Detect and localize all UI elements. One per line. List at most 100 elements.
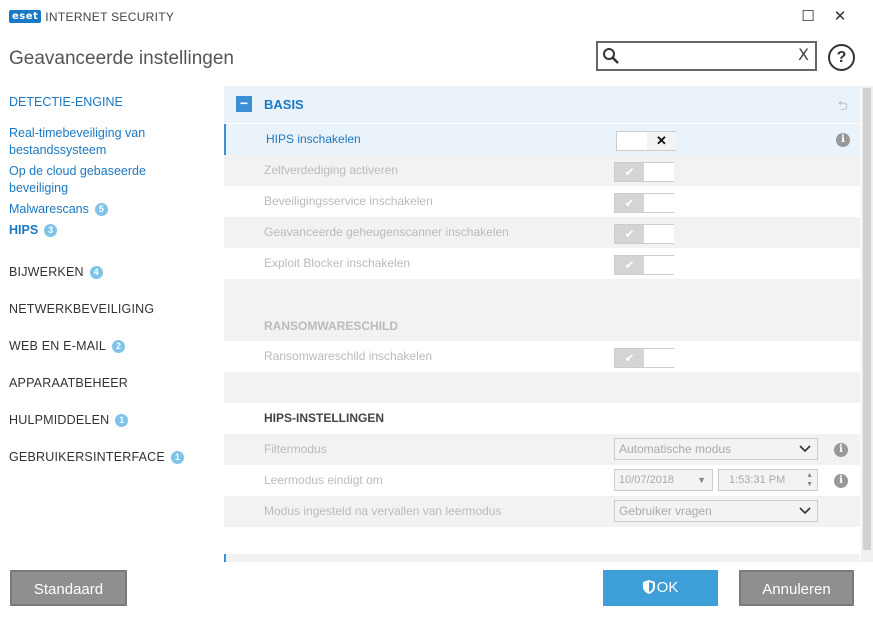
hips-toggle[interactable]: ✕ bbox=[616, 131, 676, 151]
hips-settings-title: HIPS-INSTELLINGEN bbox=[264, 411, 385, 425]
maximize-icon[interactable]: ☐ bbox=[798, 6, 818, 26]
ransomware-header-row: RANSOMWARESCHILD bbox=[224, 310, 860, 341]
check-icon: ✔ bbox=[615, 225, 644, 243]
filtermodus-select[interactable]: Automatische modus bbox=[614, 438, 818, 460]
setting-row-geheugenscanner: Geavanceerde geheugenscanner inschakelen… bbox=[224, 217, 860, 248]
shield-icon bbox=[642, 572, 655, 608]
spacer-row bbox=[224, 372, 860, 403]
help-icon[interactable]: ? bbox=[828, 44, 855, 71]
leermodus-date-picker[interactable]: 10/07/2018 ▼ bbox=[614, 469, 713, 491]
count-badge: 4 bbox=[89, 266, 103, 279]
select-value: Gebruiker vragen bbox=[619, 504, 712, 518]
search-icon bbox=[603, 48, 619, 64]
toggle-off-half bbox=[645, 256, 674, 274]
setting-label: Leermodus eindigt om bbox=[264, 473, 383, 487]
sidebar-item-label: HIPS bbox=[9, 223, 39, 237]
setting-row-modus-na-leermodus: Modus ingesteld na vervallen van leermod… bbox=[224, 496, 860, 527]
count-badge: 1 bbox=[115, 414, 129, 427]
sidebar-item-netwerkbeveiliging[interactable]: NETWERKBEVEILIGING bbox=[9, 301, 154, 318]
chevron-down-icon bbox=[799, 439, 811, 466]
button-label: OK bbox=[656, 579, 679, 596]
setting-row-zelfverdediging: Zelfverdediging activeren ✔ bbox=[224, 155, 860, 186]
sidebar-item-label: Op de cloud gebaseerde beveiliging bbox=[9, 164, 146, 195]
check-icon: ✔ bbox=[615, 194, 644, 212]
toggle-off-half bbox=[645, 194, 674, 212]
button-label: Standaard bbox=[33, 581, 104, 598]
eset-logo-badge: eset bbox=[9, 10, 42, 23]
sidebar-item-hips[interactable]: HIPS 3 bbox=[9, 222, 58, 239]
sidebar-item-label: WEB EN E-MAIL bbox=[9, 339, 107, 353]
sidebar-item-label: Real-timebeveiliging van bestandssysteem bbox=[9, 126, 146, 157]
annuleren-button[interactable]: Annuleren bbox=[739, 570, 854, 606]
info-icon[interactable]: i bbox=[834, 474, 848, 488]
sidebar-item-web-en-email[interactable]: WEB EN E-MAIL 2 bbox=[9, 338, 126, 355]
setting-label: HIPS inschakelen bbox=[266, 132, 361, 146]
modus-na-leermodus-select[interactable]: Gebruiker vragen bbox=[614, 500, 818, 522]
next-section-strip bbox=[224, 554, 860, 562]
setting-row-filtermodus: Filtermodus Automatische modus i bbox=[224, 434, 860, 465]
spinner-icon[interactable]: ▲ ▼ bbox=[806, 471, 813, 489]
check-icon: ✔ bbox=[615, 256, 644, 274]
beveiligingsservice-toggle: ✔ bbox=[614, 193, 674, 213]
standaard-button[interactable]: Standaard bbox=[10, 570, 127, 606]
scrollbar-thumb[interactable] bbox=[863, 88, 871, 550]
sidebar-item-label: APPARAATBEHEER bbox=[9, 376, 129, 390]
info-icon[interactable]: i bbox=[836, 133, 850, 147]
select-value: Automatische modus bbox=[619, 442, 732, 456]
ransomwareschild-toggle: ✔ bbox=[614, 348, 674, 368]
exploit-blocker-toggle: ✔ bbox=[614, 255, 674, 275]
sidebar-item-realtime[interactable]: Real-timebeveiliging van bestandssysteem bbox=[9, 125, 199, 159]
chevron-down-icon bbox=[799, 501, 811, 528]
date-value: 10/07/2018 bbox=[619, 474, 675, 486]
count-badge: 3 bbox=[44, 224, 58, 237]
leermodus-time-picker[interactable]: 1:53:31 PM ▲ ▼ bbox=[718, 469, 818, 491]
setting-label: Beveiligingsservice inschakelen bbox=[264, 194, 433, 208]
sidebar-item-gebruikersinterface[interactable]: GEBRUIKERSINTERFACE 1 bbox=[9, 449, 184, 466]
sidebar-item-detectie-engine[interactable]: DETECTIE-ENGINE bbox=[9, 94, 123, 111]
setting-row-beveiligingsservice: Beveiligingsservice inschakelen ✔ bbox=[224, 186, 860, 217]
toggle-off-half bbox=[645, 225, 674, 243]
ok-button[interactable]: OK bbox=[603, 570, 718, 606]
sidebar-item-hulpmiddelen[interactable]: HULPMIDDELEN 1 bbox=[9, 412, 129, 429]
check-icon: ✔ bbox=[615, 163, 644, 181]
sidebar-item-label: Malwarescans bbox=[9, 202, 89, 216]
zelfverdediging-toggle: ✔ bbox=[614, 162, 674, 182]
setting-label: Zelfverdediging activeren bbox=[264, 163, 399, 177]
setting-row-hips[interactable]: HIPS inschakelen ✕ i bbox=[224, 124, 860, 155]
search-input[interactable] bbox=[624, 45, 788, 69]
title-bar: eset INTERNET SECURITY ☐ ✕ bbox=[0, 0, 873, 32]
search-box[interactable]: X bbox=[596, 41, 817, 71]
product-name: INTERNET SECURITY bbox=[45, 9, 175, 24]
setting-label: Modus ingesteld na vervallen van leermod… bbox=[264, 504, 502, 518]
check-icon: ✔ bbox=[615, 349, 644, 367]
time-value: 1:53:31 PM bbox=[729, 474, 786, 486]
button-label: Annuleren bbox=[762, 581, 831, 598]
vertical-scrollbar[interactable] bbox=[861, 86, 873, 562]
sidebar-item-bijwerken[interactable]: BIJWERKEN 4 bbox=[9, 264, 103, 281]
sidebar-item-apparaatbeheer[interactable]: APPARAATBEHEER bbox=[9, 375, 128, 392]
collapse-icon[interactable]: − bbox=[236, 96, 252, 112]
sidebar-item-malwarescans[interactable]: Malwarescans 5 bbox=[9, 201, 108, 218]
setting-label: Filtermodus bbox=[264, 442, 327, 456]
count-badge: 1 bbox=[170, 451, 184, 464]
ransomware-title: RANSOMWARESCHILD bbox=[264, 319, 398, 333]
settings-panel: − BASIS ⮌ HIPS inschakelen ✕ i Zelfverde… bbox=[224, 86, 860, 562]
count-badge: 2 bbox=[112, 340, 126, 353]
sidebar-item-label: NETWERKBEVEILIGING bbox=[9, 302, 155, 316]
sidebar-item-label: DETECTIE-ENGINE bbox=[9, 95, 123, 109]
close-icon[interactable]: ✕ bbox=[830, 6, 850, 26]
revert-icon[interactable]: ⮌ bbox=[838, 97, 848, 119]
section-title: BASIS bbox=[264, 97, 304, 112]
geheugenscanner-toggle: ✔ bbox=[614, 224, 674, 244]
setting-label: Exploit Blocker inschakelen bbox=[264, 256, 411, 270]
setting-label: Geavanceerde geheugenscanner inschakelen bbox=[264, 225, 509, 239]
toggle-off-icon: ✕ bbox=[647, 132, 676, 150]
toggle-on-half bbox=[617, 132, 646, 150]
toggle-off-half bbox=[645, 163, 674, 181]
sidebar-item-cloud[interactable]: Op de cloud gebaseerde beveiliging bbox=[9, 163, 199, 197]
page-title: Geavanceerde instellingen bbox=[9, 48, 234, 69]
clear-search-icon[interactable]: X bbox=[798, 45, 809, 64]
section-header-basis[interactable]: − BASIS ⮌ bbox=[224, 86, 860, 123]
toggle-off-half bbox=[645, 349, 674, 367]
info-icon[interactable]: i bbox=[834, 443, 848, 457]
